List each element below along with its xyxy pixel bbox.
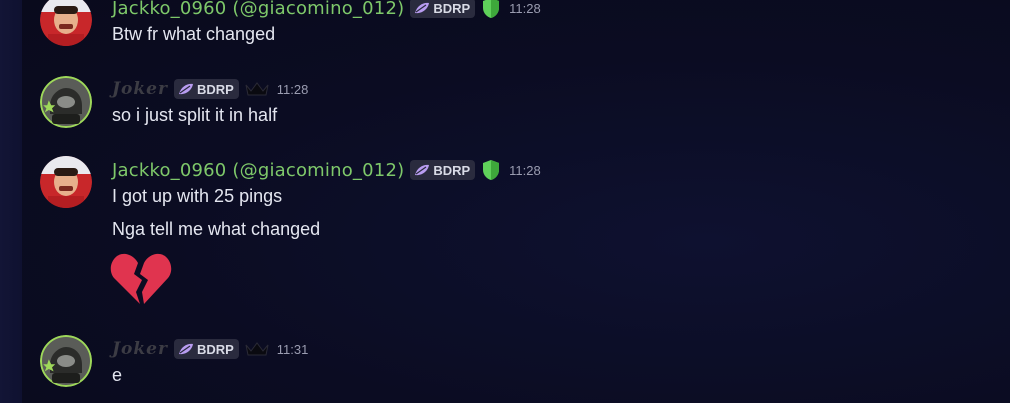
left-rail	[0, 0, 22, 403]
message-text: so i just split it in half	[112, 105, 278, 125]
message-header: Jackko_0960 (@giacomino_012) BDRP 11:28	[112, 0, 541, 20]
shield-icon[interactable]	[481, 0, 501, 19]
avatar-joker[interactable]	[40, 76, 92, 128]
guild-tag[interactable]: BDRP	[173, 79, 239, 99]
leaf-icon	[178, 343, 193, 355]
crown-icon[interactable]	[245, 341, 269, 357]
avatar-jackko[interactable]	[40, 0, 92, 46]
username[interactable]: Jackko_0960 (@giacomino_012)	[112, 160, 404, 181]
message-header: Jackko_0960 (@giacomino_012) BDRP 11:28	[112, 158, 541, 182]
guild-tag[interactable]: BDRP	[410, 160, 476, 180]
username[interactable]: Joker	[112, 79, 168, 99]
timestamp[interactable]: 11:28	[277, 82, 309, 97]
shield-icon[interactable]	[481, 159, 501, 181]
leaf-icon	[178, 83, 193, 95]
message-text: I got up with 25 pings	[112, 186, 283, 206]
username[interactable]: Jackko_0960 (@giacomino_012)	[112, 0, 404, 19]
timestamp[interactable]: 11:28	[509, 1, 541, 16]
username[interactable]: Joker	[112, 339, 168, 359]
message-text: e	[112, 365, 123, 385]
message-header: Joker BDRP 11:28	[112, 77, 308, 101]
leaf-icon	[415, 164, 430, 176]
guild-tag[interactable]: BDRP	[410, 0, 476, 18]
broken-heart-icon	[110, 253, 172, 304]
avatar-jackko[interactable]	[40, 156, 92, 208]
avatar-joker[interactable]	[40, 335, 92, 387]
chat-view: Jackko_0960 (@giacomino_012) BDRP 11:28 …	[0, 0, 1010, 403]
timestamp[interactable]: 11:28	[509, 163, 541, 178]
guild-tag[interactable]: BDRP	[173, 339, 239, 359]
leaf-icon	[415, 2, 430, 14]
crown-icon[interactable]	[245, 81, 269, 97]
message-header: Joker BDRP 11:31	[112, 337, 308, 361]
message-text: Btw fr what changed	[112, 24, 276, 44]
message-text: Nga tell me what changed	[112, 219, 321, 239]
timestamp[interactable]: 11:31	[277, 342, 309, 357]
